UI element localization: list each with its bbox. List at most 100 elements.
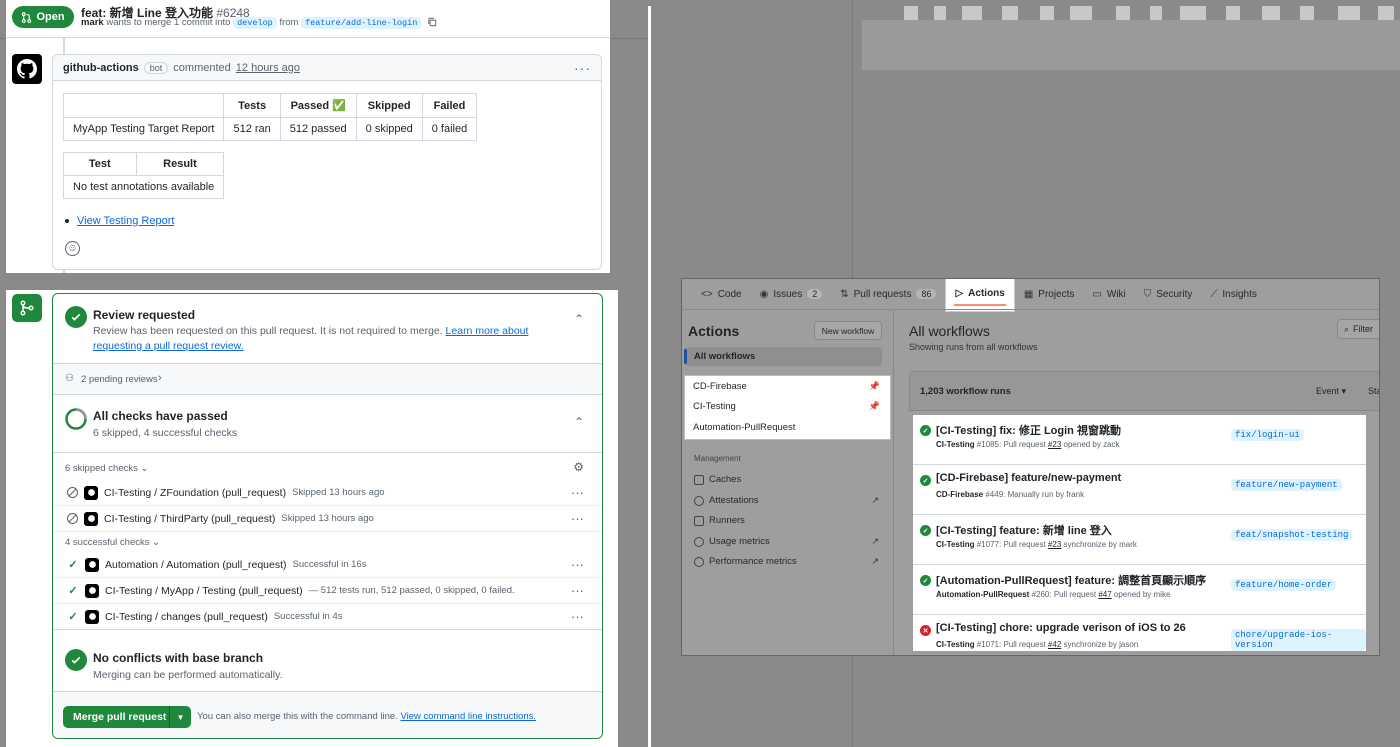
kebab-menu-icon[interactable]: ··· — [571, 583, 584, 598]
main-subtitle: Showing runs from all workflows — [909, 342, 1038, 352]
sidebar-item-usage-metrics[interactable]: Usage metrics ↗ — [694, 536, 879, 547]
check-status: — 512 tests run, 512 passed, 0 skipped, … — [308, 585, 515, 596]
comment-author[interactable]: github-actions — [63, 62, 139, 74]
branch-chip[interactable]: feature/home-order — [1231, 579, 1337, 591]
run-title[interactable]: [CI-Testing] chore: upgrade verison of i… — [936, 622, 1186, 634]
check-circle-icon — [65, 649, 87, 671]
issue-icon: ◉ — [759, 288, 769, 300]
kebab-menu-icon[interactable]: ··· — [571, 511, 584, 526]
new-workflow-button[interactable]: New workflow — [814, 321, 882, 340]
check-row[interactable]: CI-Testing / ThirdParty (pull_request) S… — [53, 506, 602, 532]
view-testing-report-link[interactable]: View Testing Report — [77, 215, 174, 227]
github-logo-icon — [17, 59, 37, 79]
kebab-menu-icon[interactable]: ··· — [571, 485, 584, 500]
workflow-item[interactable]: Automation-PullRequest — [685, 417, 890, 438]
run-detail: #260: Pull request — [1031, 590, 1097, 599]
runs-count: 1,203 workflow runs — [920, 386, 1011, 397]
main-title: All workflows — [909, 323, 990, 339]
sidebar-item-runners[interactable]: Runners — [694, 515, 879, 526]
kebab-menu-icon[interactable]: ··· — [571, 609, 584, 624]
run-after: opened by zack — [1063, 440, 1120, 449]
check-row[interactable]: ✓ CI-Testing / MyApp / Testing (pull_req… — [53, 578, 602, 604]
run-subtitle: CI-Testing #1071: Pull request #42 synch… — [936, 640, 1138, 649]
filter-placeholder: Filter — [1353, 324, 1374, 334]
branch-chip[interactable]: chore/upgrade-ios-version — [1231, 629, 1366, 651]
tab-security[interactable]: ⛉ Security — [1135, 279, 1202, 309]
run-subtitle: CD-Firebase #449: Manually run by frank — [936, 490, 1084, 499]
event-filter[interactable]: Event ▾ — [1316, 386, 1346, 397]
branch-chip[interactable]: feat/snapshot-testing — [1231, 529, 1353, 541]
pull-request-icon: ⇅ — [840, 288, 849, 300]
emoji-reaction-icon[interactable]: ☺ — [65, 241, 80, 256]
pr-author[interactable]: mark — [81, 17, 104, 28]
run-title[interactable]: [Automation-PullRequest] feature: 調整首頁顯示… — [936, 572, 1206, 588]
tab-actions[interactable]: ▷ Actions — [945, 279, 1015, 312]
merge-pull-request-button[interactable]: Merge pull request ▼ — [63, 706, 191, 728]
tab-insights[interactable]: ⟋ Insights — [1201, 279, 1265, 309]
tab-code[interactable]: <> Code — [692, 279, 751, 309]
skipped-checks-toggle[interactable]: 6 skipped checks ⌄ — [65, 463, 148, 474]
conflict-description: Merging can be performed automatically. — [93, 669, 283, 681]
workflow-run-row[interactable]: ✓ [CI-Testing] feature: 新增 line 登入 CI-Te… — [913, 515, 1366, 565]
cli-instructions-link[interactable]: View command line instructions. — [400, 711, 536, 722]
sidebar-item-performance-metrics[interactable]: Performance metrics ↗ — [694, 556, 879, 567]
tab-wiki[interactable]: ▭ Wiki — [1083, 279, 1134, 309]
tab-pull-requests[interactable]: ⇅ Pull requests 86 — [831, 279, 945, 309]
workflow-item[interactable]: CI-Testing 📌 — [685, 397, 890, 418]
test-summary-table: Tests Passed ✅ Skipped Failed MyApp Test… — [62, 93, 478, 141]
head-branch-chip[interactable]: feature/add-line-login — [301, 17, 422, 29]
pr-status-label: Open — [36, 11, 65, 23]
check-row[interactable]: CI-Testing / ZFoundation (pull_request) … — [53, 480, 602, 506]
run-title[interactable]: [CI-Testing] fix: 修正 Login 視窗跳動 — [936, 422, 1121, 438]
avatar[interactable] — [12, 54, 42, 84]
table-cell: 512 passed — [279, 117, 357, 141]
branch-chip[interactable]: feature/new-payment — [1231, 479, 1342, 491]
kebab-menu-icon[interactable]: ··· — [574, 60, 591, 76]
run-subtitle: CI-Testing #1077: Pull request #23 synch… — [936, 540, 1137, 549]
successful-checks-label: 4 successful checks — [65, 537, 150, 548]
pin-icon[interactable]: 📌 — [869, 381, 880, 392]
check-icon: ✓ — [68, 611, 78, 623]
kebab-menu-icon[interactable]: ··· — [571, 557, 584, 572]
workflow-run-row[interactable]: ✓ [Automation-PullRequest] feature: 調整首頁… — [913, 565, 1366, 615]
tab-projects[interactable]: ▦ Projects — [1015, 279, 1084, 309]
sidebar-item-attestations[interactable]: Attestations ↗ — [694, 495, 879, 506]
workflow-run-row[interactable]: ✓ [CD-Firebase] feature/new-payment CD-F… — [913, 465, 1366, 515]
check-row[interactable]: ✓ Automation / Automation (pull_request)… — [53, 552, 602, 578]
tab-issues[interactable]: ◉ Issues 2 — [751, 279, 832, 309]
table-cell: 0 skipped — [355, 117, 423, 141]
run-pr-link[interactable]: #47 — [1098, 590, 1111, 599]
workflow-run-row[interactable]: ✕ [CI-Testing] chore: upgrade verison of… — [913, 615, 1366, 651]
run-pr-link[interactable]: #23 — [1048, 440, 1061, 449]
annotation-table: Test Result No test annotations availabl… — [62, 152, 225, 199]
branch-chip[interactable]: fix/login-ui — [1231, 429, 1304, 441]
graph-icon: ⟋ — [1210, 288, 1218, 300]
chevron-up-icon[interactable]: ⌃ — [574, 312, 584, 326]
triangle-down-icon[interactable]: ▼ — [169, 706, 191, 728]
workflow-item[interactable]: CD-Firebase 📌 — [685, 376, 890, 397]
pr-status-badge: Open — [12, 6, 74, 28]
run-after: synchronize by jason — [1063, 640, 1139, 649]
sidebar-item-all-workflows[interactable]: All workflows — [684, 347, 882, 366]
status-filter[interactable]: Sta — [1368, 386, 1379, 396]
check-row[interactable]: ✓ CI-Testing / changes (pull_request) Su… — [53, 604, 602, 630]
copy-icon[interactable] — [427, 17, 437, 27]
workflow-run-row[interactable]: ✓ [CI-Testing] fix: 修正 Login 視窗跳動 CI-Tes… — [913, 415, 1366, 465]
run-title[interactable]: [CD-Firebase] feature/new-payment — [936, 472, 1121, 484]
sidebar-item-caches[interactable]: Caches — [694, 474, 879, 485]
chevron-up-icon[interactable]: ⌃ — [574, 415, 584, 429]
comment-time[interactable]: 12 hours ago — [236, 62, 300, 74]
run-title[interactable]: [CI-Testing] feature: 新增 line 登入 — [936, 522, 1112, 538]
run-pr-link[interactable]: #23 — [1048, 540, 1061, 549]
successful-checks-toggle[interactable]: 4 successful checks ⌄ — [65, 537, 160, 548]
run-workflow: CI-Testing — [936, 440, 975, 449]
base-branch-chip[interactable]: develop — [233, 17, 277, 29]
review-description: Review has been requested on this pull r… — [93, 324, 533, 354]
gear-icon[interactable]: ⚙ — [573, 460, 584, 474]
pending-reviews-row[interactable]: ⚇ 2 pending reviews › — [53, 364, 602, 395]
meter-icon — [694, 536, 704, 547]
workflow-list: CD-Firebase 📌 CI-Testing 📌 Automation-Pull… — [684, 375, 891, 440]
pin-icon[interactable]: 📌 — [869, 401, 880, 412]
filter-input[interactable]: ⌕ Filter — [1337, 319, 1379, 339]
run-pr-link[interactable]: #42 — [1048, 640, 1061, 649]
